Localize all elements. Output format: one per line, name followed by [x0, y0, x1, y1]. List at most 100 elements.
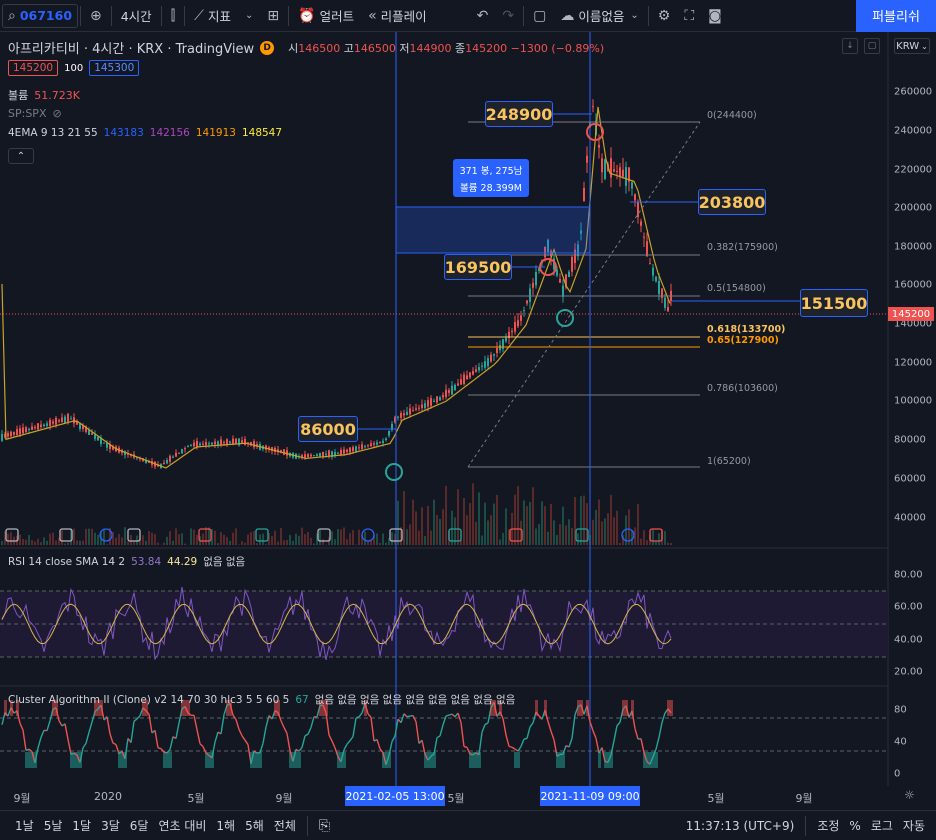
candle-body — [445, 389, 447, 397]
ask-box[interactable]: 145300 — [89, 60, 140, 76]
volume-bar — [643, 530, 645, 545]
camera-icon[interactable]: ◙ — [701, 0, 729, 32]
cluster-line-segment — [613, 725, 618, 741]
volume-bar — [184, 543, 186, 545]
indicators-button[interactable]: ⟋ 지표 ⌄ — [187, 0, 260, 32]
alert-button[interactable]: ⏰ 얼러트 — [291, 0, 361, 32]
cluster-oversold-bar — [163, 752, 166, 768]
volume-bar — [466, 515, 468, 545]
candle-body — [13, 431, 15, 435]
price-label-151500[interactable]: 151500 — [800, 289, 868, 317]
range-1m[interactable]: 1달 — [67, 817, 96, 834]
gear-icon[interactable]: ⚙ — [651, 0, 678, 32]
layout-icon[interactable]: ▢ — [526, 0, 553, 32]
candle-body — [442, 394, 444, 398]
candle-body — [388, 430, 390, 436]
adjust-toggle[interactable]: 조정 — [812, 817, 844, 834]
volume-bar — [193, 529, 195, 545]
clock[interactable]: 11:37:13 (UTC+9) — [681, 819, 800, 833]
auto-toggle[interactable]: 자동 — [898, 817, 930, 834]
eye-hidden-icon[interactable]: ⊘ — [52, 107, 61, 120]
range-1d[interactable]: 1날 — [10, 817, 39, 834]
volume-bar — [49, 533, 51, 545]
volume-bar — [166, 536, 168, 545]
bid-box[interactable]: 145200 — [8, 60, 59, 76]
fib-level-0: 0(244400) — [707, 110, 757, 121]
rsi-axis[interactable]: 80.00 60.00 40.00 20.00 — [888, 548, 936, 686]
range-ytd[interactable]: 연초 대비 — [153, 817, 211, 834]
candle-body — [61, 417, 63, 423]
maximize-icon[interactable]: ▢ — [864, 38, 880, 54]
cluster-oversold-bar — [118, 752, 121, 768]
volume-bar — [340, 529, 342, 545]
collapse-legend-button[interactable]: ⌃ — [8, 148, 34, 164]
cluster-oversold-bar — [517, 752, 520, 768]
time-tick: 2020 — [94, 790, 122, 803]
volume-bar — [289, 534, 291, 545]
ema-legend: 4EMA 9 13 21 55 143183 142156 141913 148… — [8, 127, 282, 139]
candle-body — [463, 374, 465, 384]
volume-bar — [172, 540, 174, 545]
layout-name-button[interactable]: ☁ 이름없음 ⌄ — [553, 0, 645, 32]
cluster-line-segment — [547, 721, 552, 732]
fullscreen-icon[interactable]: ⛶ — [677, 0, 701, 32]
cluster-line-segment — [391, 735, 396, 742]
low-label: 저 — [399, 41, 410, 55]
price-label-203800[interactable]: 203800 — [698, 189, 766, 215]
volume-bar — [208, 527, 210, 545]
add-symbol-icon[interactable]: ⊕ — [83, 0, 109, 32]
volume-bar — [436, 514, 438, 545]
volume-bar — [85, 528, 87, 545]
range-5y[interactable]: 5해 — [240, 817, 269, 834]
volume-bar — [151, 532, 153, 545]
candle-body — [664, 297, 666, 308]
volume-bar — [415, 511, 417, 545]
volume-bar — [535, 528, 537, 545]
main-chart[interactable] — [0, 32, 936, 838]
range-all[interactable]: 전체 — [269, 817, 301, 834]
percent-toggle[interactable]: % — [844, 819, 865, 833]
volume-bar — [202, 533, 204, 545]
price-axis[interactable]: 260000 240000 220000 200000 180000 16000… — [888, 32, 936, 548]
candle-body — [613, 169, 615, 172]
axis-settings-icon[interactable]: ☼ — [904, 788, 915, 802]
interval-button[interactable]: 4시간 — [114, 0, 159, 32]
candle-body — [322, 451, 324, 457]
redo-icon[interactable]: ↷ — [495, 0, 521, 32]
volume-bar — [298, 535, 300, 545]
cluster-extra: 없음 없음 없음 없음 없음 없음 없음 없음 없음 — [314, 694, 516, 706]
log-toggle[interactable]: 로그 — [866, 817, 898, 834]
volume-bar — [91, 528, 93, 545]
volume-bar — [502, 532, 504, 545]
range-5d[interactable]: 5날 — [39, 817, 68, 834]
price-label-248900[interactable]: 248900 — [485, 101, 553, 127]
scroll-down-icon[interactable]: ↓ — [842, 38, 858, 54]
volume-bar — [556, 534, 558, 545]
volume-bar — [76, 540, 78, 545]
top-toolbar: ⌕ 067160 ⊕ 4시간 ⫿ ⟋ 지표 ⌄ ⊞ ⏰ 얼러트 « 리플레이 ↶… — [0, 0, 936, 32]
candle-body — [379, 441, 381, 443]
candle-style-icon[interactable]: ⫿ — [164, 0, 182, 32]
replay-button[interactable]: « 리플레이 — [361, 0, 434, 32]
price-label-169500[interactable]: 169500 — [444, 254, 512, 280]
date-range-icon[interactable]: ⎘ — [314, 818, 335, 834]
range-1y[interactable]: 1해 — [211, 817, 240, 834]
cluster-axis[interactable]: 80 40 0 — [888, 686, 936, 786]
divider — [110, 5, 112, 26]
undo-icon[interactable]: ↶ — [470, 0, 496, 32]
rsi-tick: 60.00 — [894, 601, 923, 613]
current-price-tag: 145200 — [888, 307, 934, 321]
templates-icon[interactable]: ⊞ — [260, 0, 286, 32]
open-label: 시 — [288, 41, 299, 55]
volume-bar — [157, 542, 159, 545]
range-3m[interactable]: 3달 — [96, 817, 125, 834]
range-6m[interactable]: 6달 — [125, 817, 154, 834]
alarm-icon: ⏰ — [298, 7, 316, 24]
volume-bar — [52, 532, 54, 545]
chart-title[interactable]: 아프리카티비 · 4시간 · KRX · TradingView — [8, 38, 254, 57]
volume-bar — [259, 534, 261, 545]
symbol-search[interactable]: ⌕ 067160 — [2, 3, 78, 28]
volume-bar — [565, 525, 567, 545]
publish-button[interactable]: 퍼블리쉬 — [856, 0, 936, 32]
price-label-86000[interactable]: 86000 — [298, 416, 358, 442]
